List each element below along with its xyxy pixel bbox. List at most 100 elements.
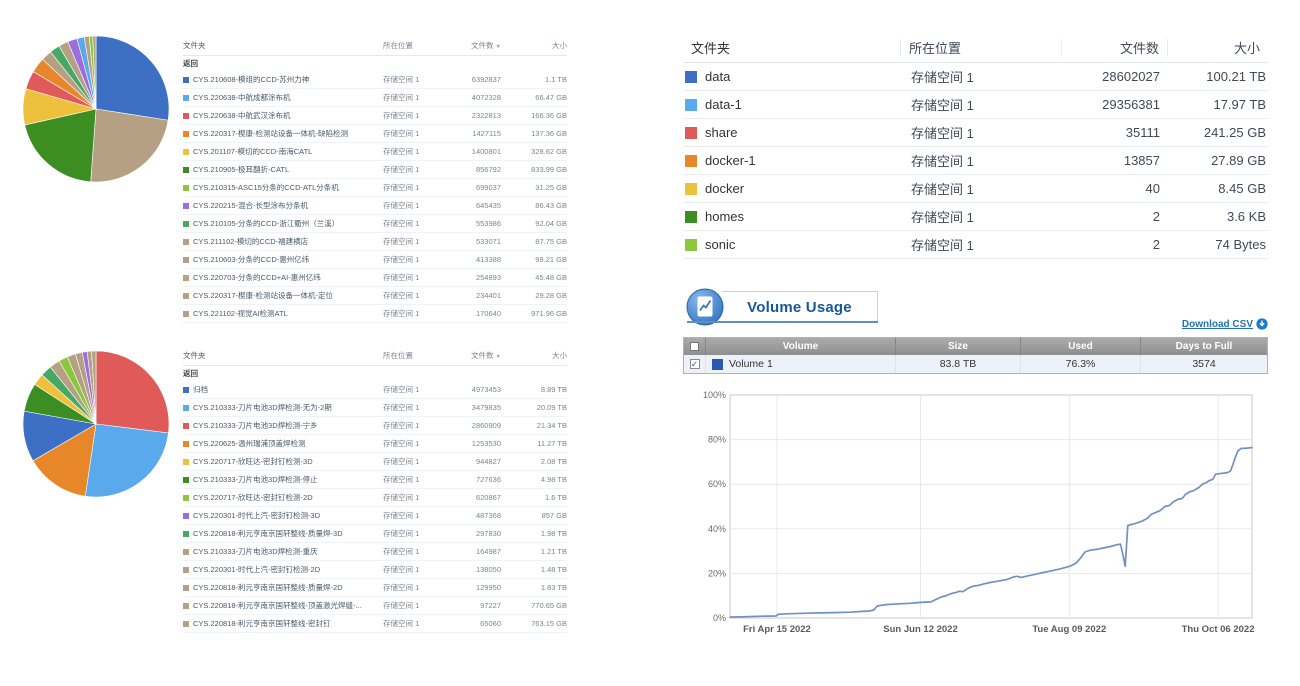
legend-swatch — [183, 95, 189, 101]
legend-swatch — [183, 405, 189, 411]
folder-row[interactable]: CYS.221102-视觉AI检测ATL存储空间 1170640971.96 G… — [183, 305, 567, 323]
back-link[interactable]: 返回 — [183, 56, 567, 71]
volume-row[interactable]: ✓ Volume 1 83.8 TB 76.3% 3574 — [684, 355, 1267, 373]
pie-slice — [91, 109, 168, 182]
table-header-row: Volume Size Used Days to Full — [684, 338, 1267, 355]
folder-name-cell: CYS.220818-利元亨南京国轩整线-顶盖激光焊缝-... — [183, 600, 383, 611]
folder-row[interactable]: CYS.220638-中航成都涂布机存储空间 1407232866.47 GB — [183, 89, 567, 107]
folder-size: 1.21 TB — [501, 547, 567, 556]
col-header-folder[interactable]: 文件夹 — [183, 350, 383, 361]
folder-size: 11.27 TB — [501, 439, 567, 448]
back-link[interactable]: 返回 — [183, 366, 567, 381]
legend-swatch — [183, 257, 189, 263]
folder-size: 87.75 GB — [501, 237, 567, 246]
folder-row[interactable]: CYS.220317-楔康-检测站设备一体机-缺陷检测存储空间 11427115… — [183, 125, 567, 143]
folder-name: CYS.210603-分条的CCD-惠州亿纬 — [193, 254, 309, 265]
folder-file-count: 297830 — [445, 529, 501, 538]
folder-row[interactable]: CYS.220301-时代上汽-密封钉检测-3D存储空间 1487368857 … — [183, 507, 567, 525]
folder-row[interactable]: CYS.210905-极耳翻折-CATL存储空间 1856792833.99 G… — [183, 161, 567, 179]
col-header-location[interactable]: 所在位置 — [901, 38, 1061, 57]
folder-table-right: 文件夹 所在位置 文件数 大小 data存储空间 128602027100.21… — [683, 33, 1268, 259]
col-header-folder[interactable]: 文件夹 — [683, 38, 900, 57]
folder-row[interactable]: CYS.220717-欣旺达-密封钉检测-3D存储空间 19448272.08 … — [183, 453, 567, 471]
folder-location: 存储空间 1 — [383, 290, 445, 301]
folder-row[interactable]: CYS.201107-模切的CCD-南海CATL存储空间 11400801328… — [183, 143, 567, 161]
volume-checkbox[interactable]: ✓ — [690, 359, 700, 369]
folder-row[interactable]: CYS.210105-分条的CCD-浙江衢州（兰溪）存储空间 155398692… — [183, 215, 567, 233]
folder-row[interactable]: CYS.220818-利元亨南京国轩整线-密封钉存储空间 165060763.1… — [183, 615, 567, 633]
folder-row[interactable]: data-1存储空间 12935638117.97 TB — [683, 91, 1268, 119]
col-header-location[interactable]: 所在位置 — [383, 40, 445, 51]
x-axis-tick-label: Tue Aug 09 2022 — [1032, 624, 1106, 635]
folder-row[interactable]: share存储空间 135111241.25 GB — [683, 119, 1268, 147]
folder-row[interactable]: CYS.220818-利元亨南京国轩整线-质量焊-3D存储空间 12978301… — [183, 525, 567, 543]
folder-size: 8.45 GB — [1168, 181, 1268, 196]
folder-location: 存储空间 1 — [383, 474, 445, 485]
folder-row[interactable]: CYS.220818-利元亨南京国轩整线-顶盖激光焊缝-...存储空间 1972… — [183, 597, 567, 615]
legend-swatch — [685, 71, 697, 83]
folder-row[interactable]: CYS.220625-温州瑞浦顶盖焊检测存储空间 1125353011.27 T… — [183, 435, 567, 453]
legend-swatch — [183, 275, 189, 281]
folder-row[interactable]: 归档存储空间 149734538.89 TB — [183, 381, 567, 399]
folder-row[interactable]: CYS.220703-分条的CCD+AI-惠州亿纬存储空间 125489345.… — [183, 269, 567, 287]
folder-size: 74 Bytes — [1168, 237, 1268, 252]
folder-row[interactable]: CYS.220818-利元亨南京国轩整线-质量焊-2D存储空间 11299501… — [183, 579, 567, 597]
folder-size-pie-chart-top — [20, 33, 172, 185]
folder-row[interactable]: CYS.210333-刀片电池3D焊检测-停止存储空间 17276364.98 … — [183, 471, 567, 489]
col-header-used[interactable]: Used — [1021, 338, 1141, 355]
folder-name: CYS.220215-混合-长型涂布分条机 — [193, 200, 308, 211]
folder-row[interactable]: CYS.210315-ASC15分条的CCD-ATL分条机存储空间 169903… — [183, 179, 567, 197]
col-header-size[interactable]: 大小 — [1168, 38, 1268, 57]
folder-location: 存储空间 1 — [383, 272, 445, 283]
legend-swatch — [183, 311, 189, 317]
folder-row[interactable]: data存储空间 128602027100.21 TB — [683, 63, 1268, 91]
folder-row[interactable]: CYS.210333-刀片电池3D焊检测-宁乡存储空间 1286090921.3… — [183, 417, 567, 435]
folder-table-top-left: 文件夹 所在位置 文件数▼ 大小 返回 CYS.210608-模组的CCD-苏州… — [183, 36, 567, 323]
col-header-folder[interactable]: 文件夹 — [183, 40, 383, 51]
folder-row[interactable]: CYS.210603-分条的CCD-惠州亿纬存储空间 141338898.21 … — [183, 251, 567, 269]
folder-row[interactable]: CYS.210608-模组的CCD-苏州力神存储空间 163928371.1 T… — [183, 71, 567, 89]
select-all-checkbox[interactable] — [690, 342, 699, 351]
folder-row[interactable]: CYS.220717-欣旺达-密封钉检测-2D存储空间 16208671.6 T… — [183, 489, 567, 507]
folder-row[interactable]: docker存储空间 1408.45 GB — [683, 175, 1268, 203]
volume-days-to-full: 3574 — [1141, 355, 1267, 373]
table-body: CYS.210608-模组的CCD-苏州力神存储空间 163928371.1 T… — [183, 71, 567, 323]
legend-swatch — [183, 495, 189, 501]
folder-row[interactable]: CYS.220301-时代上汽-密封钉检测-2D存储空间 11380501.48… — [183, 561, 567, 579]
folder-row[interactable]: CYS.210333-刀片电池3D焊检测-重庆存储空间 11649871.21 … — [183, 543, 567, 561]
folder-name-cell: CYS.220818-利元亨南京国轩整线-质量焊-2D — [183, 582, 383, 593]
folder-row[interactable]: sonic存储空间 1274 Bytes — [683, 231, 1268, 259]
folder-row[interactable]: CYS.220638-中航武汉涂布机存储空间 12322813166.36 GB — [183, 107, 567, 125]
pie-slice — [96, 36, 169, 120]
select-all-header[interactable] — [684, 338, 706, 355]
folder-file-count: 727636 — [445, 475, 501, 484]
col-header-size[interactable]: 大小 — [501, 40, 567, 51]
folder-size: 770.65 GB — [501, 601, 567, 610]
legend-swatch — [183, 567, 189, 573]
col-header-size[interactable]: Size — [896, 338, 1021, 355]
col-header-files[interactable]: 文件数▼ — [445, 40, 501, 51]
folder-row[interactable]: docker-1存储空间 11385727.89 GB — [683, 147, 1268, 175]
folder-row[interactable]: CYS.210333-刀片电池3D焊检测-无为-2期存储空间 134798352… — [183, 399, 567, 417]
folder-size: 21.34 TB — [501, 421, 567, 430]
download-icon[interactable] — [1256, 318, 1268, 330]
col-header-location[interactable]: 所在位置 — [383, 350, 445, 361]
folder-row[interactable]: CYS.220215-混合-长型涂布分条机存储空间 164543586.43 G… — [183, 197, 567, 215]
folder-row[interactable]: CYS.211102-模切的CCD-福建横店存储空间 153307187.75 … — [183, 233, 567, 251]
col-header-size[interactable]: 大小 — [501, 350, 567, 361]
folder-name: CYS.220301-时代上汽-密封钉检测-3D — [193, 510, 320, 521]
col-header-volume[interactable]: Volume — [706, 338, 896, 355]
folder-file-count: 1400801 — [445, 147, 501, 156]
col-header-days-to-full[interactable]: Days to Full — [1141, 338, 1267, 355]
folder-name-cell: docker — [683, 181, 903, 196]
folder-size: 1.1 TB — [501, 75, 567, 84]
col-header-files[interactable]: 文件数 — [1062, 38, 1167, 57]
folder-size: 8.89 TB — [501, 385, 567, 394]
folder-file-count: 2322813 — [445, 111, 501, 120]
folder-size: 1.48 TB — [501, 565, 567, 574]
download-csv-link[interactable]: Download CSV — [1182, 319, 1253, 330]
col-header-files[interactable]: 文件数▼ — [445, 350, 501, 361]
folder-row[interactable]: CYS.220317-楔康-检测站设备一体机-定位存储空间 123440129.… — [183, 287, 567, 305]
folder-file-count: 2 — [1063, 237, 1168, 252]
folder-row[interactable]: homes存储空间 123.6 KB — [683, 203, 1268, 231]
